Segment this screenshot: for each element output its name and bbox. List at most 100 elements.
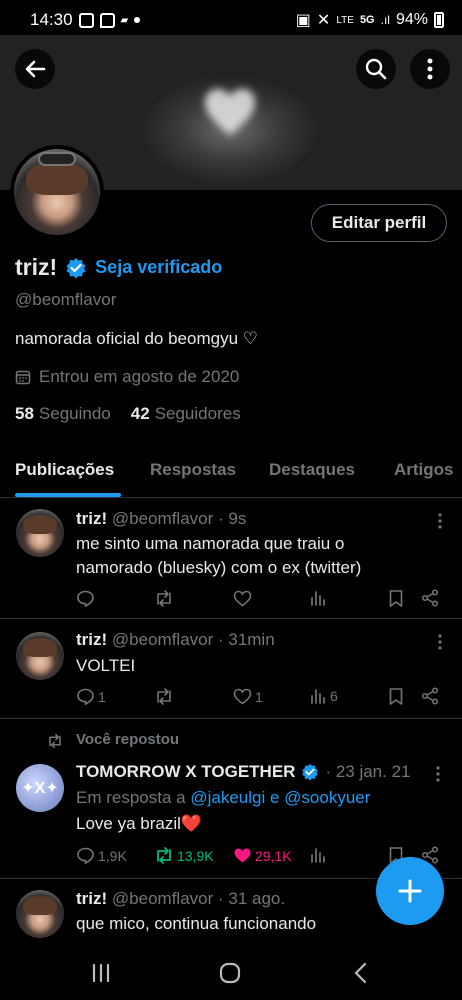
back-nav-icon[interactable]	[350, 962, 372, 984]
reply-context: Em resposta a @jakeulgi e @sookyuer	[76, 788, 371, 807]
reply-icon	[77, 590, 94, 608]
post-avatar[interactable]	[16, 890, 64, 938]
lte-icon: LTE	[336, 14, 354, 26]
repost-icon	[157, 590, 171, 607]
network-type: 5G	[359, 14, 375, 26]
share-icon	[421, 589, 439, 607]
verified-badge-icon	[66, 257, 86, 278]
post-text: Love ya brazil❤️	[76, 814, 203, 833]
reply-button[interactable]	[76, 589, 95, 608]
recent-apps-icon[interactable]	[90, 962, 112, 984]
post-more-icon[interactable]	[438, 634, 442, 650]
repost-icon	[157, 847, 171, 864]
repost-button[interactable]	[154, 589, 174, 608]
post-time: · 23 jan. 21	[325, 762, 411, 781]
home-icon[interactable]	[219, 962, 241, 984]
search-icon	[365, 58, 387, 80]
profile-tabs: Publicações Respostas Destaques Artigos	[0, 440, 462, 498]
like-button[interactable]: 29,1K	[233, 846, 292, 865]
post-header: triz! @beomflavor · 31min	[76, 630, 275, 650]
followers-link[interactable]: 42 Seguidores	[131, 404, 241, 424]
post-handle-time: @beomflavor · 31 ago.	[111, 889, 286, 908]
arrow-left-icon	[25, 60, 46, 78]
profile-handle: @beomflavor	[15, 290, 117, 309]
reply-button[interactable]: 1	[76, 687, 106, 706]
post-text: que mico, continua funcionando	[76, 914, 317, 933]
view-count: 6	[330, 687, 338, 704]
search-button[interactable]	[356, 49, 396, 89]
post-handle-time: @beomflavor · 9s	[111, 509, 247, 528]
post-item[interactable]: triz! @beomflavor · 31min VOLTEI 1 1 6	[0, 620, 462, 719]
profile-bio: namorada oficial do beomgyu ♡	[15, 329, 258, 348]
post-author-name: TOMORROW X TOGETHER	[76, 762, 296, 781]
share-button[interactable]	[421, 589, 439, 607]
get-verified-link[interactable]: Seja verificado	[95, 257, 222, 278]
profile-name-row: triz! Seja verificado	[15, 254, 222, 281]
joined-text: Entrou em agosto de 2020	[39, 367, 240, 386]
bookmark-button[interactable]	[388, 687, 404, 706]
post-actions: 1 1 6	[76, 687, 446, 709]
post-avatar[interactable]	[16, 509, 64, 557]
reply-icon	[77, 847, 94, 865]
bookmark-icon	[389, 688, 403, 705]
reply-count: 1	[98, 688, 106, 705]
reply-button[interactable]: 1,9K	[76, 846, 127, 865]
reposted-icon	[49, 733, 61, 749]
reply-icon	[77, 688, 94, 706]
reply-count: 1,9K	[98, 847, 127, 864]
edit-profile-button[interactable]: Editar perfil	[311, 204, 447, 242]
share-button[interactable]	[421, 687, 439, 705]
post-avatar[interactable]: ✦X✦	[16, 764, 64, 812]
status-bar: 14:30 ▰ ▣ ✕ LTE 5G .ıl 94%	[0, 0, 462, 40]
reposted-label: Você repostou	[76, 731, 180, 748]
bookmark-button[interactable]	[388, 589, 404, 608]
like-button[interactable]	[233, 589, 252, 608]
post-header: triz! @beomflavor · 9s	[76, 509, 246, 529]
views-button[interactable]	[310, 589, 327, 606]
battery-percent: 94%	[395, 11, 428, 28]
post-text: me sinto uma namorada que traiu o namorad…	[76, 534, 362, 577]
status-time: 14:30	[30, 10, 73, 29]
views-button[interactable]: 6	[310, 687, 338, 704]
compose-post-button[interactable]	[376, 857, 444, 925]
plus-icon	[398, 879, 422, 903]
post-author-name: triz!	[76, 630, 108, 649]
post-author-name: triz!	[76, 889, 108, 908]
tab-articles[interactable]: Artigos	[394, 460, 454, 480]
post-more-icon[interactable]	[436, 766, 440, 782]
app-notification-icon: ▰	[120, 14, 129, 26]
repost-icon	[157, 688, 171, 705]
analytics-icon	[311, 848, 325, 863]
signal-icon: .ıl	[380, 13, 390, 27]
post-text: VOLTEI	[76, 656, 136, 675]
profile-avatar[interactable]	[10, 145, 104, 239]
tab-replies[interactable]: Respostas	[150, 460, 236, 480]
verified-badge-icon	[302, 763, 319, 781]
post-handle-time: @beomflavor · 31min	[111, 630, 275, 649]
reply-to-link[interactable]: @jakeulgi e @sookyuer	[190, 788, 370, 807]
profile-name: triz!	[15, 254, 58, 280]
post-more-icon[interactable]	[438, 513, 442, 529]
heart-banner-image	[205, 89, 255, 135]
follow-counts: 58 Seguindo 42 Seguidores	[15, 404, 241, 424]
active-tab-indicator	[15, 493, 121, 497]
post-item[interactable]: triz! @beomflavor · 9s me sinto uma namo…	[0, 499, 462, 619]
post-author-name: triz!	[76, 509, 108, 528]
following-link[interactable]: 58 Seguindo	[15, 404, 111, 424]
like-button[interactable]: 1	[233, 687, 263, 706]
repost-button[interactable]	[154, 687, 174, 706]
back-button[interactable]	[15, 49, 55, 89]
alarm-icon: ▣	[295, 12, 311, 29]
analytics-icon	[311, 689, 325, 704]
post-avatar[interactable]	[16, 632, 64, 680]
post-actions	[76, 589, 446, 611]
tab-highlights[interactable]: Destaques	[269, 460, 355, 480]
post-header: TOMORROW X TOGETHER · 23 jan. 21	[76, 762, 411, 782]
tab-posts[interactable]: Publicações	[15, 460, 114, 480]
instagram-icon	[78, 12, 94, 28]
more-options-button[interactable]	[410, 49, 450, 89]
views-button[interactable]	[310, 846, 327, 863]
repost-count: 13,9K	[177, 847, 214, 864]
repost-button[interactable]: 13,9K	[154, 846, 214, 865]
like-count: 29,1K	[255, 847, 292, 864]
